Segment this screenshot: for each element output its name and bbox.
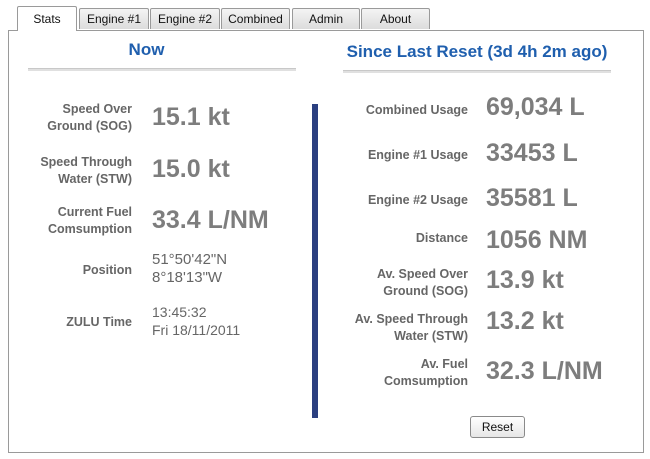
distance-value: 1056 NM	[486, 226, 588, 254]
tab-about[interactable]: About	[361, 8, 430, 29]
tab-engine-2[interactable]: Engine #2	[150, 8, 220, 29]
zulu-value: 13:45:32 Fri 18/11/2011	[152, 303, 240, 339]
tab-admin[interactable]: Admin	[292, 8, 360, 29]
reset-button[interactable]: Reset	[470, 416, 525, 438]
latitude: 51°50'42"N	[152, 251, 228, 268]
position-label: Position	[82, 263, 132, 277]
engine2-usage-label: Engine #2 Usage	[367, 193, 468, 207]
section-divider	[312, 104, 318, 418]
av-fuel-value: 32.3 L/NM	[486, 357, 603, 385]
position-value: 51°50'42"N 8°18'13"W	[152, 251, 227, 287]
av-sog-label: Av. Speed Over Ground (SOG)	[376, 267, 468, 298]
fuel-label: Current Fuel Comsumption	[47, 205, 132, 236]
stw-label: Speed Through Water (STW)	[40, 155, 132, 186]
av-stw-value: 13.2 kt	[486, 307, 564, 335]
sog-label: Speed Over Ground (SOG)	[47, 102, 132, 133]
av-stw-label: Av. Speed Through Water (STW)	[354, 312, 468, 343]
combined-usage-label: Combined Usage	[365, 103, 468, 117]
since-reset-title: Since Last Reset (3d 4h 2m ago)	[346, 42, 608, 61]
now-title: Now	[128, 40, 165, 59]
zulu-label: ZULU Time	[66, 315, 132, 329]
tab-engine-1[interactable]: Engine #1	[79, 8, 149, 29]
now-title-rule	[28, 68, 296, 71]
engine1-usage-label: Engine #1 Usage	[367, 148, 468, 162]
longitude: 8°18'13"W	[152, 269, 223, 286]
since-title-rule	[343, 70, 611, 73]
av-fuel-label: Av. Fuel Comsumption	[383, 357, 468, 388]
engine1-usage-value: 33453 L	[486, 139, 578, 167]
fuel-value: 33.4 L/NM	[152, 206, 269, 234]
distance-label: Distance	[415, 231, 468, 245]
zulu-date: Fri 18/11/2011	[152, 322, 241, 338]
tab-bar: Stats Engine #1 Engine #2 Combined Admin…	[0, 0, 650, 31]
zulu-time: 13:45:32	[152, 304, 207, 320]
stw-value: 15.0 kt	[152, 155, 230, 183]
combined-usage-value: 69,034 L	[486, 93, 585, 121]
engine2-usage-value: 35581 L	[486, 184, 578, 212]
av-sog-value: 13.9 kt	[486, 266, 564, 294]
tab-stats[interactable]: Stats	[17, 6, 77, 31]
tab-combined[interactable]: Combined	[221, 8, 290, 29]
sog-value: 15.1 kt	[152, 103, 230, 131]
